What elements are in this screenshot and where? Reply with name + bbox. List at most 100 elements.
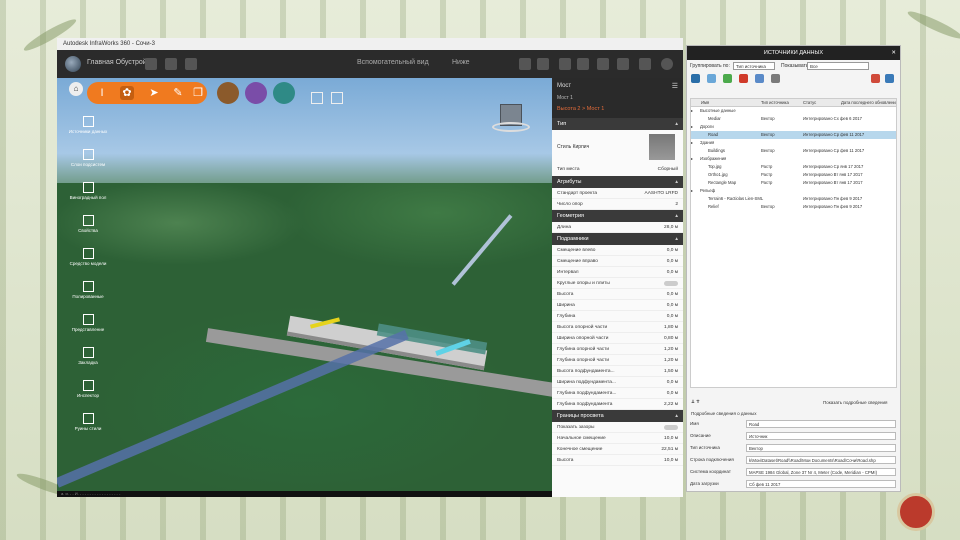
table-row[interactable]: Mediar Вектор Интегрировано Сх фев 6 2017 bbox=[691, 115, 896, 123]
tool-styles[interactable]: Руины стили bbox=[65, 413, 111, 446]
table-row[interactable]: Terrain6 - Ractiolas Lien-SML Интегрирова… bbox=[691, 195, 896, 203]
column-date[interactable]: Дата последнего обновления bbox=[841, 99, 896, 107]
tools-icon[interactable] bbox=[331, 92, 343, 104]
pencil-icon[interactable]: ✎ bbox=[171, 86, 185, 100]
property-row[interactable]: Глубина подфундамента 2,22 м bbox=[552, 399, 683, 410]
property-row[interactable]: Показать зазоры bbox=[552, 422, 683, 433]
expand-icon[interactable]: ▸ bbox=[691, 123, 693, 131]
property-row[interactable]: Высота 0,0 м bbox=[552, 289, 683, 300]
delete-icon[interactable] bbox=[739, 74, 748, 83]
column-type[interactable]: Тип источника bbox=[761, 99, 801, 107]
style-type-row[interactable]: Тип места Сборный bbox=[552, 164, 683, 175]
property-row[interactable]: Ширина подфундамента... 0,0 м bbox=[552, 377, 683, 388]
split-icon[interactable] bbox=[639, 58, 651, 70]
edit-icon[interactable] bbox=[755, 74, 764, 83]
model-name[interactable]: Главная Обустрой bbox=[87, 59, 147, 66]
copy-icon[interactable]: ❐ bbox=[191, 86, 205, 100]
view-label[interactable]: Вспомогательный вид bbox=[357, 59, 429, 66]
compass-icon[interactable] bbox=[537, 58, 549, 70]
expand-icon[interactable]: ▸ bbox=[691, 139, 693, 147]
section-attributes-header[interactable]: Атрибуты ▴ bbox=[552, 176, 683, 188]
menu-icon[interactable]: ☰ bbox=[672, 82, 678, 90]
tool-model-tools[interactable]: Средство модели bbox=[65, 248, 111, 281]
add-source-icon[interactable] bbox=[691, 74, 700, 83]
table-row[interactable]: Top.jpg Растр Интегрировано Ср янв 17 2017 bbox=[691, 163, 896, 171]
configure-icon[interactable] bbox=[707, 74, 716, 83]
filter-select[interactable]: Все bbox=[807, 62, 869, 70]
select-cursor-icon[interactable]: ➤ bbox=[147, 86, 161, 100]
property-row[interactable]: Высота подфундамента... 1,50 м bbox=[552, 366, 683, 377]
export-icon[interactable] bbox=[885, 74, 894, 83]
tool-properties[interactable]: Свойства bbox=[65, 215, 111, 248]
section-foundation-header[interactable]: Подрамники ▴ bbox=[552, 233, 683, 245]
sync-icon[interactable] bbox=[519, 58, 531, 70]
tool-inspector[interactable]: Инспектор bbox=[65, 380, 111, 413]
property-row[interactable]: Смещение влево 0,0 м bbox=[552, 245, 683, 256]
name-field[interactable]: Road bbox=[746, 420, 896, 428]
property-row[interactable]: Глубина подфундамента... 0,0 м bbox=[552, 388, 683, 399]
toggle-switch[interactable] bbox=[664, 425, 678, 430]
refresh-icon[interactable] bbox=[723, 74, 732, 83]
undo-icon[interactable] bbox=[145, 58, 157, 70]
group-by-select[interactable]: Тип источника bbox=[733, 62, 775, 70]
terrain-theme-icon[interactable] bbox=[217, 82, 239, 104]
analysis-icon[interactable] bbox=[245, 82, 267, 104]
property-row[interactable]: Глубина 0,0 м bbox=[552, 311, 683, 322]
grid-icon[interactable] bbox=[577, 58, 589, 70]
table-row[interactable]: Rectangle Map Растр Интегрировано Вт янв 1… bbox=[691, 179, 896, 187]
property-row[interactable]: Стандарт проекта AASHTO LRFD bbox=[552, 188, 683, 199]
redo-icon[interactable] bbox=[165, 58, 177, 70]
view-cube-ring[interactable] bbox=[492, 122, 530, 132]
column-status[interactable]: Статус bbox=[803, 99, 839, 107]
panel-icon[interactable] bbox=[559, 58, 571, 70]
property-row[interactable]: Высота опорной части 1,80 м bbox=[552, 322, 683, 333]
import-icon[interactable] bbox=[871, 74, 880, 83]
property-row[interactable]: Число опор 2 bbox=[552, 199, 683, 210]
view-cube[interactable] bbox=[492, 104, 530, 134]
tool-polished[interactable]: Полированные bbox=[65, 281, 111, 314]
table-row[interactable]: Relief Вектор Интегрировано Пн фев 9 2017 bbox=[691, 203, 896, 211]
tool-data-sources[interactable]: Источники данных bbox=[65, 116, 111, 149]
tool-presentation[interactable]: Представление bbox=[65, 314, 111, 347]
expand-arrows-icon[interactable]: ⇊ ⇈ bbox=[691, 398, 700, 406]
property-row[interactable]: Ширина 0,0 м bbox=[552, 300, 683, 311]
table-row[interactable]: Buildings Вектор Интегрировано Ср фев 11 2… bbox=[691, 147, 896, 155]
property-row[interactable]: Смещение вправо 0,0 м bbox=[552, 256, 683, 267]
bridge-design-icon[interactable] bbox=[273, 82, 295, 104]
expand-icon[interactable]: ▸ bbox=[691, 187, 693, 195]
folder-icon[interactable] bbox=[771, 74, 780, 83]
property-row[interactable]: Ширина опорной части 0,80 м bbox=[552, 333, 683, 344]
style-thumbnail[interactable] bbox=[649, 134, 675, 160]
load-date-field[interactable]: Сб фев 11 2017 bbox=[746, 480, 896, 488]
table-row[interactable]: ▸ Высотные данные bbox=[691, 107, 896, 115]
property-row[interactable]: Начальное смещение 10,0 м bbox=[552, 433, 683, 444]
breadcrumb[interactable]: Высота 2 > Мост 1 bbox=[557, 106, 604, 112]
property-row[interactable]: Интервал 0,0 м bbox=[552, 267, 683, 278]
table-row[interactable]: Ortho1.jpg Растр Интегрировано Вт янв 17 2… bbox=[691, 171, 896, 179]
property-row[interactable]: Конечное смещение 22,51 м bbox=[552, 444, 683, 455]
settings-tool-icon[interactable]: ✿ bbox=[120, 86, 134, 100]
3d-viewport[interactable]: ⌂ I ✿ ➤ ✎ ❐ Источники данных Слои подсис… bbox=[57, 78, 552, 497]
chart-icon[interactable] bbox=[617, 58, 629, 70]
tool-layers[interactable]: Слои подсистем bbox=[65, 149, 111, 182]
expand-icon[interactable]: ▸ bbox=[691, 107, 693, 115]
description-field[interactable]: Источник bbox=[746, 432, 896, 440]
design-tool-icon[interactable]: I bbox=[95, 86, 109, 100]
property-row[interactable]: Длина 28,0 м bbox=[552, 222, 683, 233]
property-row[interactable]: Круглые опоры и плиты bbox=[552, 278, 683, 289]
model-logo-icon[interactable] bbox=[65, 56, 81, 72]
property-row[interactable]: Высота 10,0 м bbox=[552, 455, 683, 466]
table-row[interactable]: ▸ Изображения bbox=[691, 155, 896, 163]
table-row[interactable]: Road Вектор Интегрировано Ср фев 11 2017 bbox=[691, 131, 896, 139]
tool-bookmark[interactable]: Закладка bbox=[65, 347, 111, 380]
table-row[interactable]: ▸ Здания bbox=[691, 139, 896, 147]
presentation-icon[interactable] bbox=[311, 92, 323, 104]
table-row[interactable]: ▸ Рельеф bbox=[691, 187, 896, 195]
table-row[interactable]: ▸ Дороги bbox=[691, 123, 896, 131]
layers-icon[interactable] bbox=[597, 58, 609, 70]
coordinate-system-field[interactable]: MAPSE 1984 Global, Zone 37 Nr 4, Meter (… bbox=[746, 468, 896, 476]
section-clearance-header[interactable]: Границы просвета ▴ bbox=[552, 410, 683, 422]
source-type-field[interactable]: Вектор bbox=[746, 444, 896, 452]
expand-icon[interactable]: ▸ bbox=[691, 155, 693, 163]
home-view-icon[interactable]: ⌂ bbox=[69, 82, 83, 96]
